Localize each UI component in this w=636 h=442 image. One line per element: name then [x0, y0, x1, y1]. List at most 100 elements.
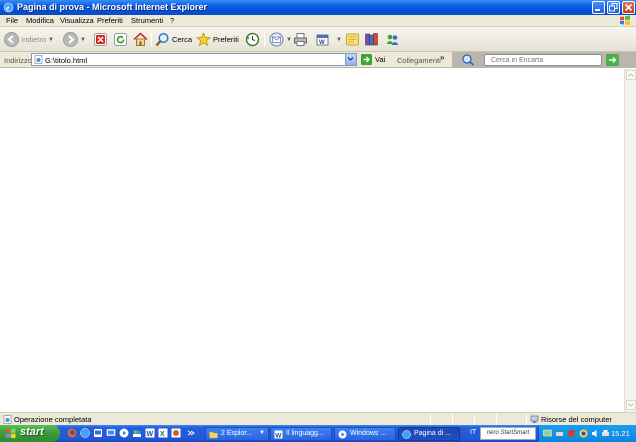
- stop-icon: [94, 33, 107, 46]
- address-label: Indirizzo: [4, 56, 32, 65]
- edit-button[interactable]: W ▼: [316, 30, 342, 49]
- encarta-search-input[interactable]: [484, 54, 602, 66]
- minimize-icon: [595, 9, 600, 11]
- security-zone-text: Risorse del computer: [541, 415, 612, 424]
- edit-dropdown-icon[interactable]: ▼: [336, 37, 342, 43]
- svg-text:W: W: [275, 433, 282, 440]
- address-bar: Indirizzo Vai Collegamenti »: [0, 52, 636, 68]
- encarta-search-bar: [452, 52, 636, 68]
- forward-arrow-icon: [63, 32, 78, 47]
- quicklaunch-chevron-icon[interactable]: [186, 428, 196, 438]
- messenger-quicklaunch-icon[interactable]: [132, 428, 142, 438]
- window-title: Pagina di prova - Microsoft Internet Exp…: [17, 2, 208, 12]
- printer-tray-icon[interactable]: [601, 429, 610, 438]
- start-button[interactable]: start: [0, 425, 60, 442]
- security-shield-icon[interactable]: [567, 429, 576, 438]
- favorites-button[interactable]: Preferiti: [196, 30, 239, 49]
- search-button[interactable]: Cerca: [155, 30, 192, 49]
- links-chevron[interactable]: »: [440, 53, 444, 62]
- excel-icon[interactable]: X: [158, 428, 168, 438]
- toolbar-separator: [264, 32, 265, 47]
- stop-button[interactable]: [94, 30, 107, 49]
- research-button[interactable]: [364, 30, 379, 49]
- favorites-label: Preferiti: [213, 35, 239, 44]
- home-button[interactable]: [133, 30, 148, 49]
- mail-dropdown-icon[interactable]: ▼: [286, 37, 292, 43]
- nero-startsmart-button[interactable]: nero StartSmart: [480, 427, 536, 440]
- menu-file[interactable]: File: [6, 16, 18, 25]
- outlook-icon[interactable]: [93, 428, 103, 438]
- print-button[interactable]: [293, 30, 308, 49]
- go-arrow-icon: [361, 54, 372, 65]
- home-icon: [133, 32, 148, 46]
- scroll-down-button[interactable]: [626, 400, 636, 410]
- svg-text:W: W: [319, 40, 325, 46]
- address-combobox[interactable]: [31, 53, 357, 66]
- word-icon[interactable]: W: [145, 428, 155, 438]
- powerpoint-icon[interactable]: [171, 428, 181, 438]
- title-bar[interactable]: e Pagina di prova - Microsoft Internet E…: [0, 0, 636, 15]
- volume-icon[interactable]: [591, 429, 600, 438]
- taskbar-button-pagina[interactable]: Pagina di ...: [398, 427, 460, 441]
- start-label: start: [20, 426, 44, 438]
- links-toolbar-label[interactable]: Collegamenti: [397, 56, 441, 65]
- refresh-icon: [114, 33, 127, 46]
- my-computer-icon: [530, 415, 539, 423]
- page-content-area[interactable]: [0, 69, 624, 412]
- history-button[interactable]: [245, 30, 260, 49]
- windows-flag-icon: [5, 428, 16, 439]
- mail-button[interactable]: ▼: [269, 30, 292, 49]
- task-label: Il linguagg...: [286, 430, 324, 437]
- scroll-up-button[interactable]: [626, 70, 636, 80]
- network-icon[interactable]: [543, 429, 552, 438]
- internet-explorer-icon: e: [3, 2, 14, 13]
- books-icon: [365, 33, 378, 46]
- safely-remove-icon[interactable]: [555, 429, 564, 438]
- menu-preferiti[interactable]: Preferiti: [97, 16, 123, 25]
- back-button[interactable]: Indietro ▼: [4, 30, 54, 49]
- menu-modifica[interactable]: Modifica: [26, 16, 54, 25]
- status-panel-divider: [430, 414, 431, 425]
- menu-help[interactable]: ?: [170, 16, 174, 25]
- language-indicator[interactable]: IT: [470, 429, 476, 436]
- search-icon: [155, 32, 169, 47]
- status-panel-divider: [526, 414, 527, 425]
- messenger-button[interactable]: [385, 30, 400, 49]
- task-label: Windows ...: [350, 430, 387, 437]
- back-dropdown-icon[interactable]: ▼: [48, 37, 54, 43]
- internet-explorer-quicklaunch-icon[interactable]: [80, 428, 90, 438]
- mail-icon: [269, 32, 284, 47]
- taskbar-button-word[interactable]: W Il linguagg...: [270, 427, 332, 441]
- svg-text:W: W: [147, 431, 154, 438]
- address-input[interactable]: [45, 55, 335, 65]
- discuss-button[interactable]: [345, 30, 360, 49]
- vertical-scrollbar[interactable]: [624, 69, 636, 412]
- refresh-button[interactable]: [114, 30, 127, 49]
- encarta-go-icon[interactable]: [606, 54, 619, 66]
- go-button[interactable]: Vai: [361, 54, 385, 65]
- media-player-icon[interactable]: [119, 428, 129, 438]
- menu-strumenti[interactable]: Strumenti: [131, 16, 163, 25]
- restore-button[interactable]: [607, 1, 620, 14]
- page-done-icon: [3, 415, 12, 424]
- menu-visualizza[interactable]: Visualizza: [60, 16, 94, 25]
- clock[interactable]: 15.21: [611, 429, 630, 438]
- taskbar-button-windows[interactable]: Windows ...: [334, 427, 396, 441]
- windows-logo-icon: [620, 15, 630, 25]
- firefox-icon[interactable]: [67, 428, 77, 438]
- back-arrow-icon: [4, 32, 19, 47]
- menu-bar: File Modifica Visualizza Preferiti Strum…: [0, 15, 636, 27]
- encarta-search-icon: [462, 54, 475, 66]
- printer-icon: [294, 33, 307, 46]
- taskbar-button-explorer[interactable]: 2 Esplor... ▼: [205, 427, 269, 441]
- minimize-button[interactable]: [592, 1, 605, 14]
- toolbar-separator: [151, 32, 152, 47]
- close-button[interactable]: [622, 1, 635, 14]
- status-text: Operazione completata: [14, 415, 92, 424]
- show-desktop-icon[interactable]: [106, 428, 116, 438]
- antivirus-icon[interactable]: [579, 429, 588, 438]
- address-dropdown-button[interactable]: [345, 54, 356, 65]
- forward-button[interactable]: ▼: [63, 30, 86, 49]
- forward-dropdown-icon[interactable]: ▼: [80, 37, 86, 43]
- word-document-icon: W: [274, 430, 283, 439]
